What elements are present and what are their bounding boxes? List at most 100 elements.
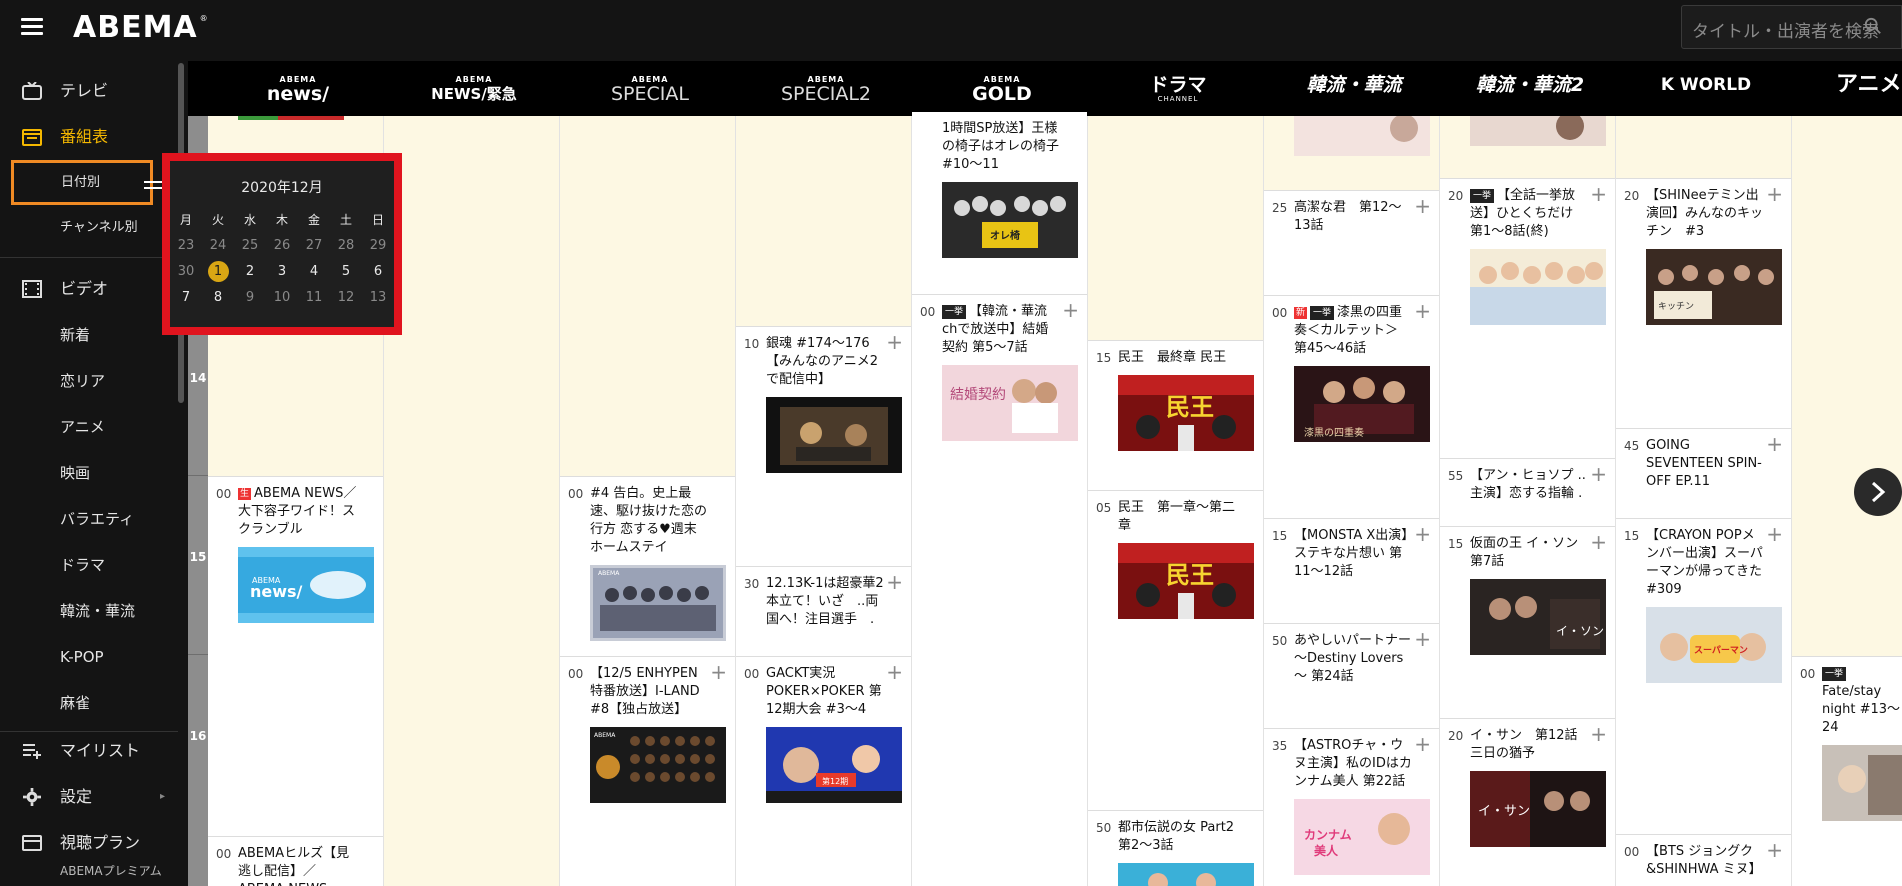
add-to-list-icon[interactable]: + [1590,464,1607,484]
sidebar-video-korean[interactable]: 韓流・華流 [60,596,135,626]
channel-abema-news[interactable]: ABEMA news/ [210,61,386,116]
sidebar-item-settings[interactable]: 設定 ▸ [0,777,178,817]
sidebar-sub-by-channel[interactable]: チャンネル別 [60,213,138,243]
program-cell[interactable]: 00 + 【12/5 ENHYPEN特番放送】I-LAND #8【独占放送】 A… [560,656,735,886]
calendar-day-number: 8 [213,290,223,305]
program-cell[interactable]: 05 民王 第一章～第二章 民王 [1088,490,1263,810]
program-cell[interactable]: 15 + 仮面の王 イ・ソン 第7話 イ・ソン [1440,526,1615,718]
calendar-day[interactable]: 11 [298,287,330,309]
channel-korean-chinese[interactable]: 韓流・華流 [1266,61,1442,116]
program-cell[interactable]: 20 + イ・サン 第12話 三日の猶予 イ・サン [1440,718,1615,886]
add-to-list-icon[interactable]: + [1766,184,1783,204]
program-cell[interactable]: 35 + 【ASTROチャ・ウヌ主演】私のIDはカンナム美人 第22話 カンナム… [1264,728,1439,886]
sidebar-video-drama[interactable]: ドラマ [60,550,105,580]
calendar-day[interactable]: 30 [170,261,202,283]
hamburger-menu-icon[interactable] [21,18,43,36]
channel-abema-gold[interactable]: ABEMA GOLD [914,61,1090,116]
program-cell[interactable]: 20 + 【SHINeeテミン出演回】みんなのキッチン #3 キッチン [1616,178,1791,428]
add-to-list-icon[interactable]: + [1590,532,1607,552]
add-to-list-icon[interactable]: + [1766,840,1783,860]
program-cell[interactable]: 00 + 一挙 【韓流・華流chで放送中】結婚契約 第5～7話 結婚契約 [912,294,1087,886]
sidebar-item-tv[interactable]: テレビ [0,71,178,111]
sidebar-video-variety[interactable]: バラエティ [60,504,134,534]
calendar-day[interactable]: 23 [170,235,202,257]
abema-logo[interactable]: ABEMA ® [73,10,209,45]
program-minute: 00 [216,847,232,861]
program-cell[interactable]: 30 + 12.13K-1は超豪華2本立て！いざ ..両国へ！注目選手 . [736,566,911,656]
calendar-day[interactable]: 8 [202,287,234,309]
program-cell[interactable]: 00 #4 告白。史上最速、駆け抜けた恋の行方 恋する♥週末ホームステイ ABE… [560,476,735,656]
program-cell[interactable]: 00 + GACKT実況POKER×POKER 第12期大会 #3～4 第12期 [736,656,911,886]
sidebar-video-kpop[interactable]: K-POP [60,642,104,672]
add-to-list-icon[interactable]: + [710,662,727,682]
add-to-list-icon[interactable]: + [1414,734,1431,754]
calendar-day[interactable]: 2 [234,261,266,283]
add-to-list-icon[interactable]: + [1766,524,1783,544]
sidebar-item-schedule[interactable]: 番組表 [0,117,178,157]
program-cell[interactable]: 15 + 【CRAYON POPメンバー出演】スーパーマンが帰ってきた #309… [1616,518,1791,834]
add-to-list-icon[interactable]: + [1590,184,1607,204]
program-cell[interactable]: 15 + 【MONSTA X出演】ステキな片想い 第11～12話 [1264,518,1439,623]
add-to-list-icon[interactable]: + [1590,724,1607,744]
channel-drama[interactable]: ドラマ CHANNEL [1090,61,1266,116]
sidebar-video-movie[interactable]: 映画 [60,458,90,488]
calendar-day[interactable]: 6 [362,261,394,283]
add-to-list-icon[interactable]: + [1414,301,1431,321]
program-cell[interactable]: 10 + 銀魂 #174～176【みんなのアニメ2で配信中】 [736,326,911,566]
calendar-day[interactable]: 10 [266,287,298,309]
add-to-list-icon[interactable]: + [1414,196,1431,216]
program-cell[interactable]: 50 都市伝説の女 Part2 第2～3話 [1088,810,1263,886]
program-cell[interactable]: 20 + 一挙 【全話一挙放送】ひとくちだけ 第1～8話(終) [1440,178,1615,458]
channel-k-world[interactable]: K WORLD [1618,61,1794,116]
program-cell[interactable]: 00 一挙 Fate/stay night #13～24 [1792,656,1902,886]
add-to-list-icon[interactable]: + [1766,434,1783,454]
calendar-day[interactable]: 4 [298,261,330,283]
sidebar-sub-by-date[interactable]: 日付別 [11,160,153,205]
program-cell[interactable]: 55 + 【アン・ヒョソプ ..主演】恋する指輪 . [1440,458,1615,526]
add-to-list-icon[interactable]: + [886,572,903,592]
channel-abema-news-emergency[interactable]: ABEMA NEWS/緊急 [386,61,562,116]
sidebar-video-romance[interactable]: 恋リア [60,366,105,396]
program-cell[interactable]: 00 生 ABEMA NEWS／大下容子ワイド！スクランブル ABEMA news/ [208,476,383,836]
add-to-list-icon[interactable]: + [1414,524,1431,544]
sidebar-video-new[interactable]: 新着 [60,320,90,350]
sidebar-video-mahjong[interactable]: 麻雀 [60,688,90,718]
program-cell[interactable]: 00 ABEMAヒルズ【見逃し配信】／ABEMA NEWS [208,836,383,886]
add-to-list-icon[interactable]: + [886,662,903,682]
calendar-day[interactable]: 27 [298,235,330,257]
program-cell[interactable]: 25 + 高潔な君 第12～13話 [1264,190,1439,295]
sidebar-item-video[interactable]: ビデオ [0,269,178,309]
program-cell[interactable]: 15 民王 最終章 民王 民王 [1088,340,1263,490]
program-cell[interactable]: 45 + GOING SEVENTEEN SPIN-OFF EP.11 [1616,428,1791,518]
calendar-day-number: 12 [337,290,355,305]
search-icon[interactable] [1864,17,1882,35]
calendar-day[interactable]: 28 [330,235,362,257]
add-to-list-icon[interactable]: + [886,332,903,352]
program-cell[interactable]: 1時間SP放送】王様の椅子はオレの椅子 #10～11 オレ椅 [912,112,1087,294]
calendar-day[interactable]: 5 [330,261,362,283]
calendar-day[interactable]: 25 [234,235,266,257]
calendar-day-selected[interactable]: 1 [202,261,234,283]
sidebar-item-label: マイリスト [60,741,141,760]
calendar-day[interactable]: 29 [362,235,394,257]
program-cell[interactable]: 00 + 【BTS ジョングク&SHINHWA ミヌ】 [1616,834,1791,886]
calendar-day[interactable]: 24 [202,235,234,257]
channel-korean-chinese-2[interactable]: 韓流・華流2 [1442,61,1618,116]
program-cell[interactable]: 00 + 新一挙 漆黒の四重奏＜カルテット＞ 第45～46話 漆黒の四重奏 [1264,295,1439,518]
channel-anime[interactable]: アニメ [1794,61,1902,116]
calendar-day[interactable]: 7 [170,287,202,309]
program-cell[interactable]: 50 + あやしいパートナー ～Destiny Lovers～ 第24話 [1264,623,1439,728]
add-to-list-icon[interactable]: + [1414,629,1431,649]
calendar-day[interactable]: 3 [266,261,298,283]
add-to-list-icon[interactable]: + [1062,300,1079,320]
calendar-day[interactable]: 9 [234,287,266,309]
calendar-day[interactable]: 26 [266,235,298,257]
next-page-button[interactable] [1854,468,1902,516]
sidebar-item-mylist[interactable]: マイリスト [0,731,178,771]
channel-abema-special[interactable]: ABEMA SPECIAL [562,61,738,116]
sidebar-video-anime[interactable]: アニメ [60,412,105,442]
channel-abema-special2[interactable]: ABEMA SPECIAL2 [738,61,914,116]
program-minute: 15 [1448,537,1464,551]
calendar-day[interactable]: 13 [362,287,394,309]
calendar-day[interactable]: 12 [330,287,362,309]
